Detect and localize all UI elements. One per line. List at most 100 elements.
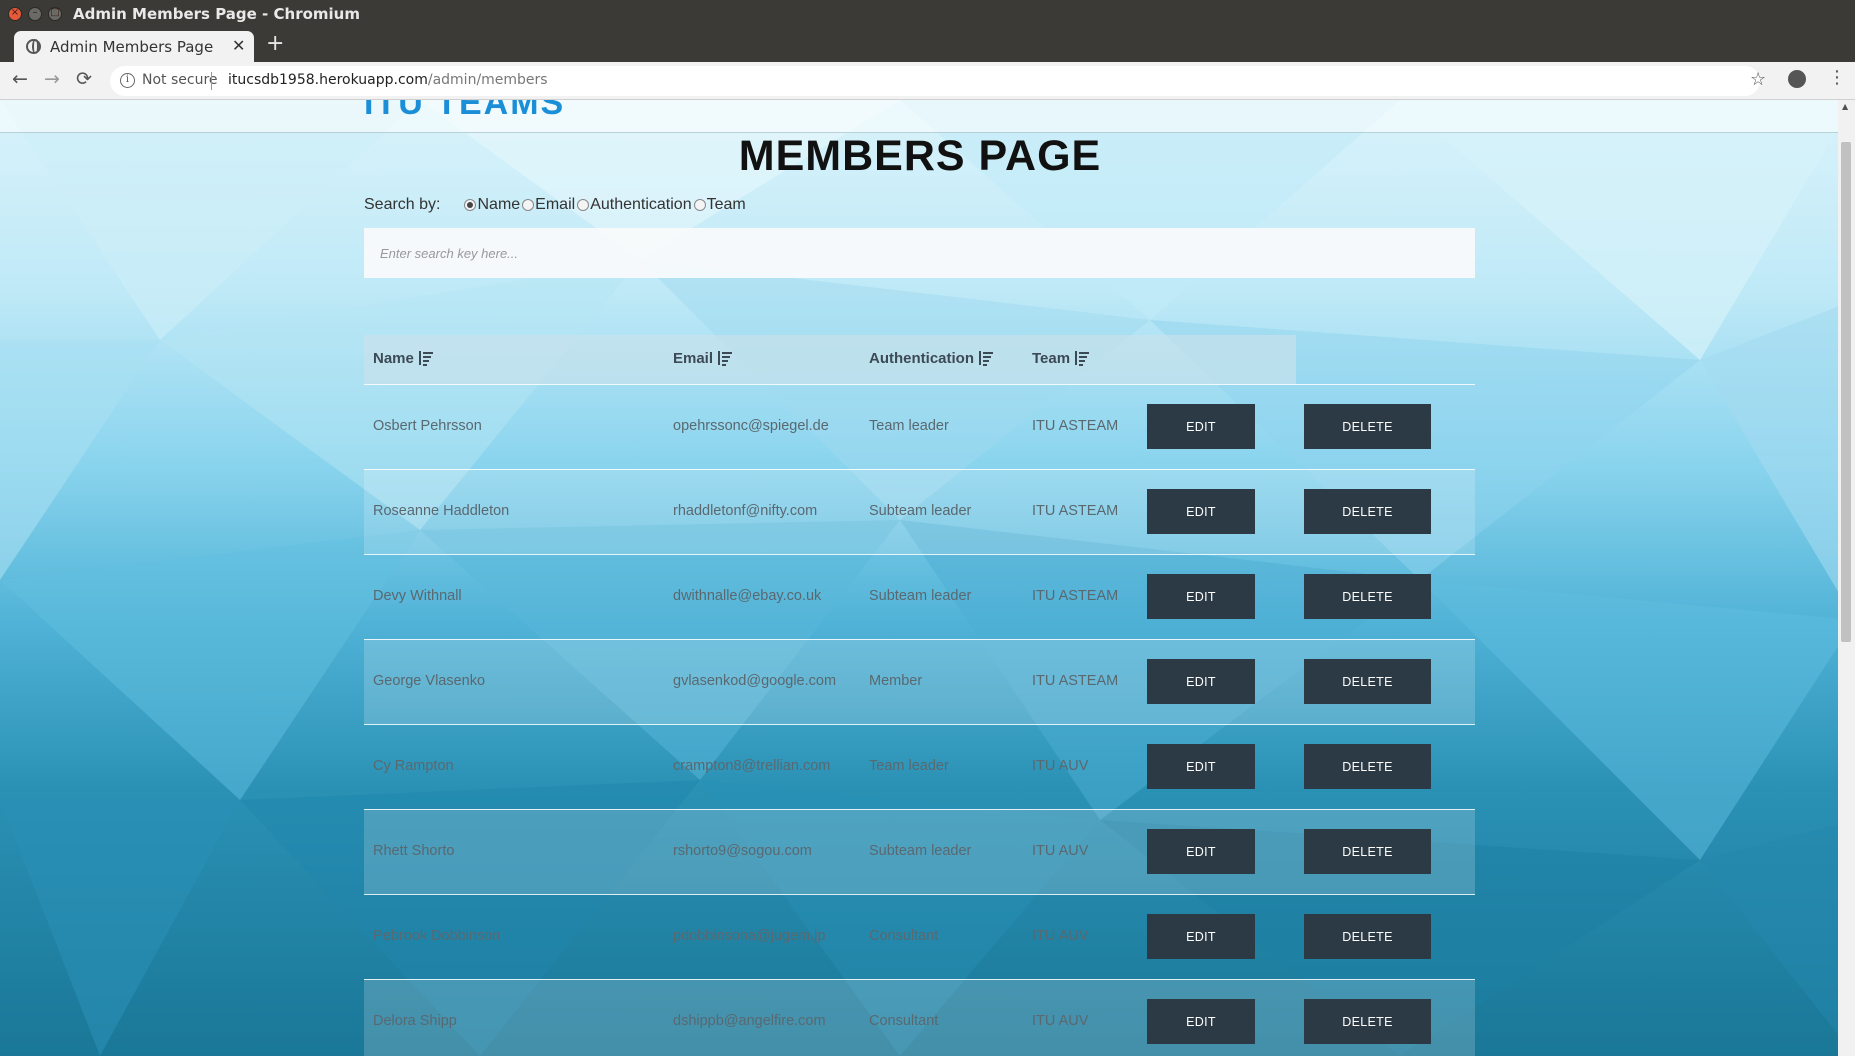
search-option-authentication[interactable]: Authentication [577, 196, 692, 214]
info-icon[interactable]: i [120, 73, 135, 88]
member-email: gvlasenkod@google.com [673, 673, 837, 689]
table-row: Rhett Shorto rshorto9@sogou.com Subteam … [364, 809, 1475, 894]
edit-button[interactable]: EDIT [1147, 404, 1255, 449]
table-row: George Vlasenko gvlasenkod@google.com Me… [364, 639, 1475, 724]
search-option-name[interactable]: Name [464, 196, 520, 214]
address-bar[interactable]: i Not secure itucsdb1958.herokuapp.com/a… [110, 66, 1766, 96]
menu-icon[interactable]: ⋮ [1828, 67, 1846, 88]
tab-close-icon[interactable]: ✕ [232, 36, 245, 55]
member-email: opehrssonc@spiegel.de [673, 418, 829, 434]
member-authentication: Subteam leader [869, 843, 972, 859]
radio-team-label: Team [706, 196, 746, 213]
scroll-up-icon[interactable]: ▲ [1842, 102, 1848, 111]
radio-authentication[interactable] [577, 199, 590, 211]
forward-icon[interactable]: → [44, 68, 60, 90]
delete-button[interactable]: DELETE [1304, 489, 1431, 534]
window-titlebar: × – □ Admin Members Page - Chromium [0, 0, 1855, 28]
member-team: ITU ASTEAM [1032, 673, 1119, 689]
url-text[interactable]: itucsdb1958.herokuapp.com/admin/members [228, 72, 548, 88]
member-name: Delora Shipp [373, 1013, 457, 1029]
search-by-label: Search by: [364, 196, 441, 213]
table-row: Delora Shipp dshippb@angelfire.com Consu… [364, 979, 1475, 1056]
column-header-authentication[interactable]: Authentication [869, 350, 993, 367]
delete-button[interactable]: DELETE [1304, 404, 1431, 449]
security-label: Not secure [142, 72, 218, 88]
edit-button[interactable]: EDIT [1147, 999, 1255, 1044]
radio-team[interactable] [693, 199, 706, 211]
member-authentication: Team leader [869, 418, 949, 434]
page-title: MEMBERS PAGE [738, 132, 1102, 180]
search-by-row: Search by: Name Email Authentication Tea… [364, 196, 748, 214]
window-controls: × – □ [8, 7, 62, 21]
back-icon[interactable]: ← [12, 68, 28, 90]
member-authentication: Member [869, 673, 923, 689]
member-name: Cy Rampton [373, 758, 454, 774]
member-team: ITU ASTEAM [1032, 418, 1119, 434]
delete-button[interactable]: DELETE [1304, 659, 1431, 704]
site-logo[interactable]: ITU TEAMS [364, 100, 565, 123]
column-header-name[interactable]: Name [373, 350, 433, 367]
member-name: Osbert Pehrsson [373, 418, 482, 434]
member-email: dshippb@angelfire.com [673, 1013, 826, 1029]
table-header: Name Email Authentication Team [364, 335, 1296, 384]
edit-button[interactable]: EDIT [1147, 574, 1255, 619]
window-maximize-icon[interactable]: □ [48, 7, 62, 21]
member-email: rhaddletonf@nifty.com [673, 503, 818, 519]
edit-button[interactable]: EDIT [1147, 744, 1255, 789]
member-email: crampton8@trellian.com [673, 758, 831, 774]
member-name: Pebrook Dobbinson [373, 928, 501, 944]
radio-name[interactable] [464, 199, 477, 211]
account-icon[interactable] [1788, 70, 1806, 88]
page-scrollbar[interactable]: ▲ [1838, 100, 1855, 1056]
delete-button[interactable]: DELETE [1304, 999, 1431, 1044]
window-minimize-icon[interactable]: – [28, 7, 42, 21]
table-row: Cy Rampton crampton8@trellian.com Team l… [364, 724, 1475, 809]
member-authentication: Subteam leader [869, 503, 972, 519]
reload-icon[interactable]: ⟳ [76, 68, 92, 90]
search-input[interactable] [364, 228, 1475, 278]
address-divider [211, 72, 212, 90]
member-team: ITU AUV [1032, 843, 1089, 859]
delete-button[interactable]: DELETE [1304, 744, 1431, 789]
delete-button[interactable]: DELETE [1304, 829, 1431, 874]
sort-icon[interactable] [718, 351, 733, 366]
delete-button[interactable]: DELETE [1304, 574, 1431, 619]
edit-button[interactable]: EDIT [1147, 489, 1255, 534]
new-tab-button[interactable]: + [266, 31, 284, 56]
tab-strip: Admin Members Page ✕ + [0, 28, 1855, 62]
browser-toolbar: ← → ⟳ i Not secure itucsdb1958.herokuapp… [0, 62, 1855, 100]
url-host: itucsdb1958.herokuapp.com [228, 72, 428, 88]
scrollbar-thumb[interactable] [1841, 142, 1851, 642]
edit-button[interactable]: EDIT [1147, 914, 1255, 959]
column-header-email[interactable]: Email [673, 350, 733, 367]
tab-admin-members[interactable]: Admin Members Page ✕ [14, 31, 254, 62]
window-title: Admin Members Page - Chromium [73, 5, 360, 23]
table-row: Osbert Pehrsson opehrssonc@spiegel.de Te… [364, 384, 1475, 469]
member-team: ITU ASTEAM [1032, 503, 1119, 519]
delete-button[interactable]: DELETE [1304, 914, 1431, 959]
search-option-team[interactable]: Team [693, 196, 746, 214]
column-header-name-label: Name [373, 350, 414, 367]
window-close-icon[interactable]: × [8, 7, 22, 21]
bookmark-star-icon[interactable]: ☆ [1750, 69, 1766, 90]
column-header-team[interactable]: Team [1032, 350, 1090, 367]
page-viewport: ITU TEAMS MEMBERS PAGE Search by: Name E… [0, 100, 1855, 1056]
edit-button[interactable]: EDIT [1147, 829, 1255, 874]
member-name: George Vlasenko [373, 673, 486, 689]
url-path: /admin/members [427, 72, 548, 88]
column-header-email-label: Email [673, 350, 714, 367]
sort-icon[interactable] [1075, 351, 1090, 366]
member-name: Roseanne Haddleton [373, 503, 510, 519]
table-row: Devy Withnall dwithnalle@ebay.co.uk Subt… [364, 554, 1475, 639]
radio-email[interactable] [522, 199, 535, 211]
sort-icon[interactable] [979, 351, 993, 366]
table-row: Roseanne Haddleton rhaddletonf@nifty.com… [364, 469, 1475, 554]
sort-icon[interactable] [418, 351, 433, 366]
member-authentication: Subteam leader [869, 588, 972, 604]
globe-icon [26, 39, 41, 54]
member-team: ITU AUV [1032, 1013, 1089, 1029]
column-header-team-label: Team [1032, 350, 1071, 367]
search-option-email[interactable]: Email [522, 196, 575, 214]
tab-title: Admin Members Page [50, 38, 214, 56]
edit-button[interactable]: EDIT [1147, 659, 1255, 704]
